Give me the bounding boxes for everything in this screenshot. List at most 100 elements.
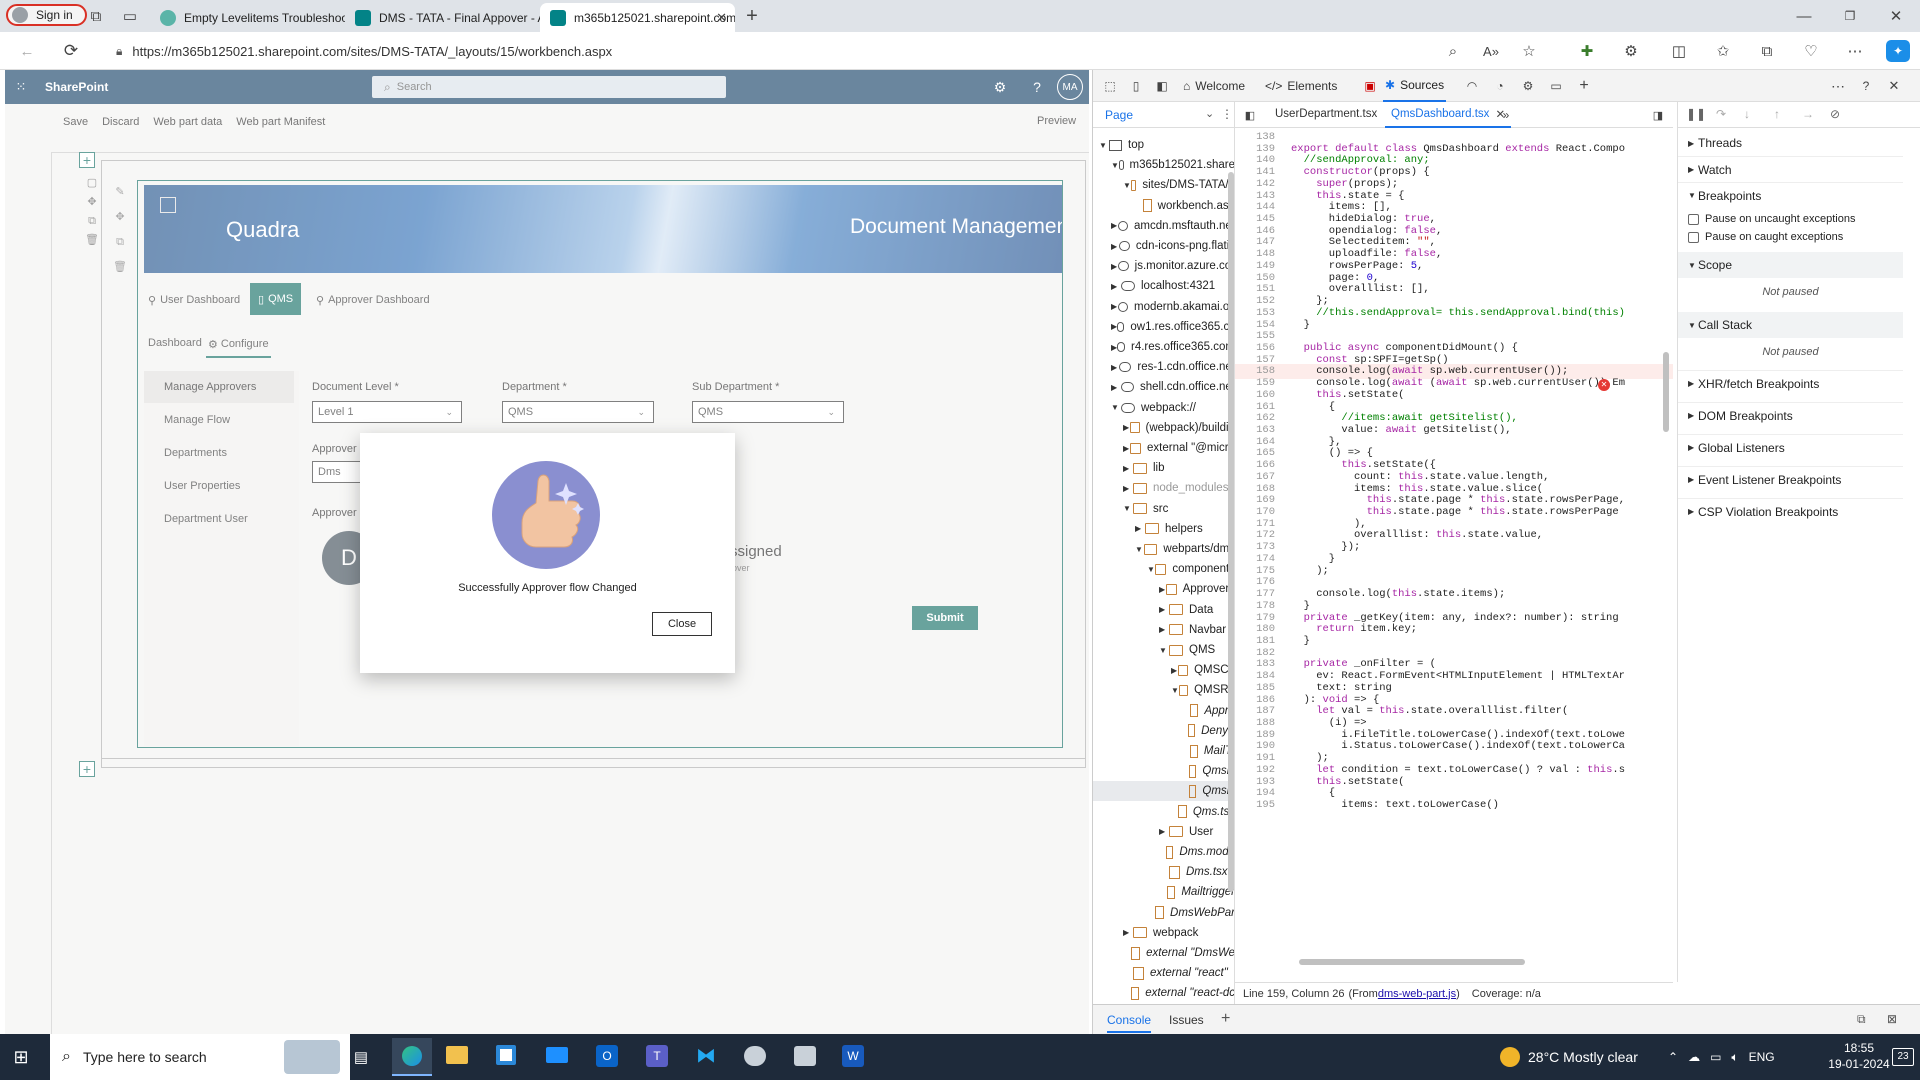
- windows-start-icon[interactable]: ⊞: [10, 1046, 32, 1068]
- tree-node[interactable]: ▶ localhost:4321: [1093, 276, 1234, 296]
- more-tabs-icon[interactable]: »: [1497, 106, 1515, 124]
- tree-node[interactable]: ▶ res-1.cdn.office.net: [1093, 357, 1234, 377]
- browser-tab-1[interactable]: Empty Levelitems Troubleshootin: [150, 3, 345, 32]
- breakpoints-section[interactable]: ▼ Breakpoints: [1678, 182, 1903, 208]
- tree-node[interactable]: external "react-dc: [1093, 983, 1234, 1003]
- collapsed-arrow-icon[interactable]: ▶: [1111, 302, 1118, 311]
- page-tab[interactable]: Page: [1105, 108, 1133, 122]
- tree-node[interactable]: ▼ top: [1093, 135, 1234, 155]
- collapsed-arrow-icon[interactable]: ▶: [1123, 423, 1130, 432]
- tree-node[interactable]: Dms.tsx: [1093, 862, 1234, 882]
- split-screen-icon[interactable]: ◫: [1668, 41, 1690, 61]
- collapsed-arrow-icon[interactable]: ▶: [1111, 282, 1121, 291]
- collapsed-arrow-icon[interactable]: ▶: [1171, 666, 1178, 675]
- extensions-puzzle-icon[interactable]: ⚙: [1620, 41, 1642, 61]
- tree-node[interactable]: ▶ js.monitor.azure.cor: [1093, 256, 1234, 276]
- close-devtools-icon[interactable]: ✕: [1885, 77, 1903, 95]
- tree-node[interactable]: ▶ amcdn.msftauth.net: [1093, 216, 1234, 236]
- read-aloud-icon[interactable]: A»: [1480, 41, 1502, 61]
- tree-node[interactable]: ▼ webpack://: [1093, 398, 1234, 418]
- csp-violation-breakpoints-section[interactable]: ▶ CSP Violation Breakpoints: [1678, 498, 1903, 524]
- more-tools-icon[interactable]: +: [1575, 77, 1593, 95]
- editor-hscroll[interactable]: [1299, 959, 1525, 965]
- minimize-icon[interactable]: —: [1792, 6, 1816, 26]
- collapsed-arrow-icon[interactable]: ▶: [1159, 585, 1166, 594]
- step-out-icon[interactable]: ↑: [1774, 107, 1780, 121]
- tree-node[interactable]: ▼ m365b125021.share: [1093, 155, 1234, 175]
- help-icon[interactable]: ?: [1857, 77, 1875, 95]
- tab-welcome[interactable]: ⌂ Welcome: [1183, 70, 1245, 102]
- tree-node[interactable]: ▶ Data: [1093, 600, 1234, 620]
- tree-node[interactable]: ▼ QMS: [1093, 640, 1234, 660]
- source-map-link[interactable]: dms-web-part.js: [1378, 988, 1456, 1000]
- threads-section[interactable]: ▶ Threads: [1678, 130, 1903, 156]
- expanded-arrow-icon[interactable]: ▼: [1111, 161, 1119, 170]
- cloud-icon[interactable]: ☁: [1688, 1050, 1700, 1064]
- collapsed-arrow-icon[interactable]: ▶: [1123, 484, 1133, 493]
- browser-tab-3-active[interactable]: m365b125021.sharepoint.com/si ✕: [540, 3, 735, 32]
- expanded-arrow-icon[interactable]: ▼: [1111, 403, 1121, 412]
- tab-elements[interactable]: </> Elements: [1265, 70, 1337, 102]
- url-field[interactable]: 🔒︎ https://m365b125021.sharepoint.com/si…: [104, 37, 1534, 65]
- tree-node[interactable]: ▶ shell.cdn.office.net: [1093, 377, 1234, 397]
- tree-node[interactable]: ▼ webparts/dms: [1093, 539, 1234, 559]
- more-menu-icon[interactable]: ⋯: [1844, 41, 1866, 61]
- expanded-arrow-icon[interactable]: ▼: [1147, 565, 1155, 574]
- collapsed-arrow-icon[interactable]: ▶: [1111, 221, 1118, 230]
- collapsed-arrow-icon[interactable]: ▶: [1123, 444, 1130, 453]
- notification-icon[interactable]: 23: [1892, 1048, 1914, 1066]
- outlook-icon[interactable]: O: [596, 1045, 618, 1067]
- step-icon[interactable]: →: [1802, 107, 1814, 121]
- close-drawer-icon[interactable]: ⊠: [1887, 1012, 1897, 1026]
- checkbox[interactable]: [1688, 213, 1699, 225]
- tree-node[interactable]: workbench.asp: [1093, 196, 1234, 216]
- toggle-debugger-icon[interactable]: ◨: [1649, 106, 1667, 124]
- pause-icon[interactable]: ❚❚: [1686, 107, 1706, 121]
- add-drawer-tab-icon[interactable]: +: [1221, 1010, 1230, 1028]
- file-tab-userdepartment[interactable]: UserDepartment.tsx: [1275, 108, 1377, 120]
- tree-node[interactable]: Qms.tsx: [1093, 802, 1234, 822]
- pause-caught-checkbox-row[interactable]: Pause on caught exceptions: [1688, 228, 1843, 246]
- memory-icon[interactable]: ⚙: [1519, 77, 1537, 95]
- tree-node[interactable]: MailTr: [1093, 741, 1234, 761]
- collapsed-arrow-icon[interactable]: ▶: [1159, 827, 1169, 836]
- tree-node[interactable]: Mailtrigger: [1093, 882, 1234, 902]
- drawer-tab-issues[interactable]: Issues: [1169, 1013, 1204, 1027]
- tree-node[interactable]: ▶ ow1.res.office365.cc: [1093, 317, 1234, 337]
- expanded-arrow-icon[interactable]: ▼: [1123, 504, 1133, 513]
- sign-in-button[interactable]: Sign in: [6, 4, 87, 26]
- app-icon-2[interactable]: [794, 1046, 816, 1066]
- volume-icon[interactable]: 🔈︎: [1731, 1050, 1738, 1065]
- tree-node[interactable]: DmsWebPar: [1093, 903, 1234, 923]
- tree-node[interactable]: ▶ Navbar: [1093, 620, 1234, 640]
- vscode-icon[interactable]: ⧓: [694, 1044, 718, 1068]
- favorite-star-icon[interactable]: ☆: [1518, 41, 1540, 61]
- edge-taskbar-icon[interactable]: [392, 1038, 432, 1076]
- favorites-icon[interactable]: ✩: [1712, 41, 1734, 61]
- scope-section[interactable]: ▼ Scope: [1678, 252, 1903, 278]
- tree-node[interactable]: ▼ src: [1093, 499, 1234, 519]
- tree-node[interactable]: QmsD: [1093, 761, 1234, 781]
- tree-node[interactable]: ▼ components: [1093, 559, 1234, 579]
- tree-node[interactable]: Dms.modu: [1093, 842, 1234, 862]
- collapsed-arrow-icon[interactable]: ▶: [1111, 242, 1119, 251]
- tree-node[interactable]: ▼ QMSRe: [1093, 680, 1234, 700]
- xhr-breakpoints-section[interactable]: ▶ XHR/fetch Breakpoints: [1678, 370, 1903, 396]
- watch-section[interactable]: ▶ Watch: [1678, 156, 1903, 182]
- store-icon[interactable]: [496, 1045, 516, 1065]
- tree-node[interactable]: ▶ Approvers: [1093, 579, 1234, 599]
- collapsed-arrow-icon[interactable]: ▶: [1135, 524, 1145, 533]
- browser-tab-2[interactable]: DMS - TATA - Final Appover - All: [345, 3, 540, 32]
- mail-icon[interactable]: [546, 1047, 568, 1063]
- network-icon[interactable]: ▭: [1710, 1050, 1721, 1064]
- collapsed-arrow-icon[interactable]: ▶: [1123, 928, 1133, 937]
- step-over-icon[interactable]: ↷: [1716, 107, 1726, 121]
- word-icon[interactable]: W: [842, 1045, 864, 1067]
- file-explorer-icon[interactable]: [446, 1046, 468, 1064]
- restore-icon[interactable]: ❐: [1838, 6, 1862, 26]
- console-error-icon[interactable]: ▣: [1361, 77, 1379, 95]
- tree-node[interactable]: ▶ r4.res.office365.com: [1093, 337, 1234, 357]
- line-number[interactable]: 195: [1235, 798, 1281, 812]
- drawer-tab-console[interactable]: Console: [1107, 1013, 1152, 1033]
- expanded-arrow-icon[interactable]: ▼: [1123, 181, 1131, 190]
